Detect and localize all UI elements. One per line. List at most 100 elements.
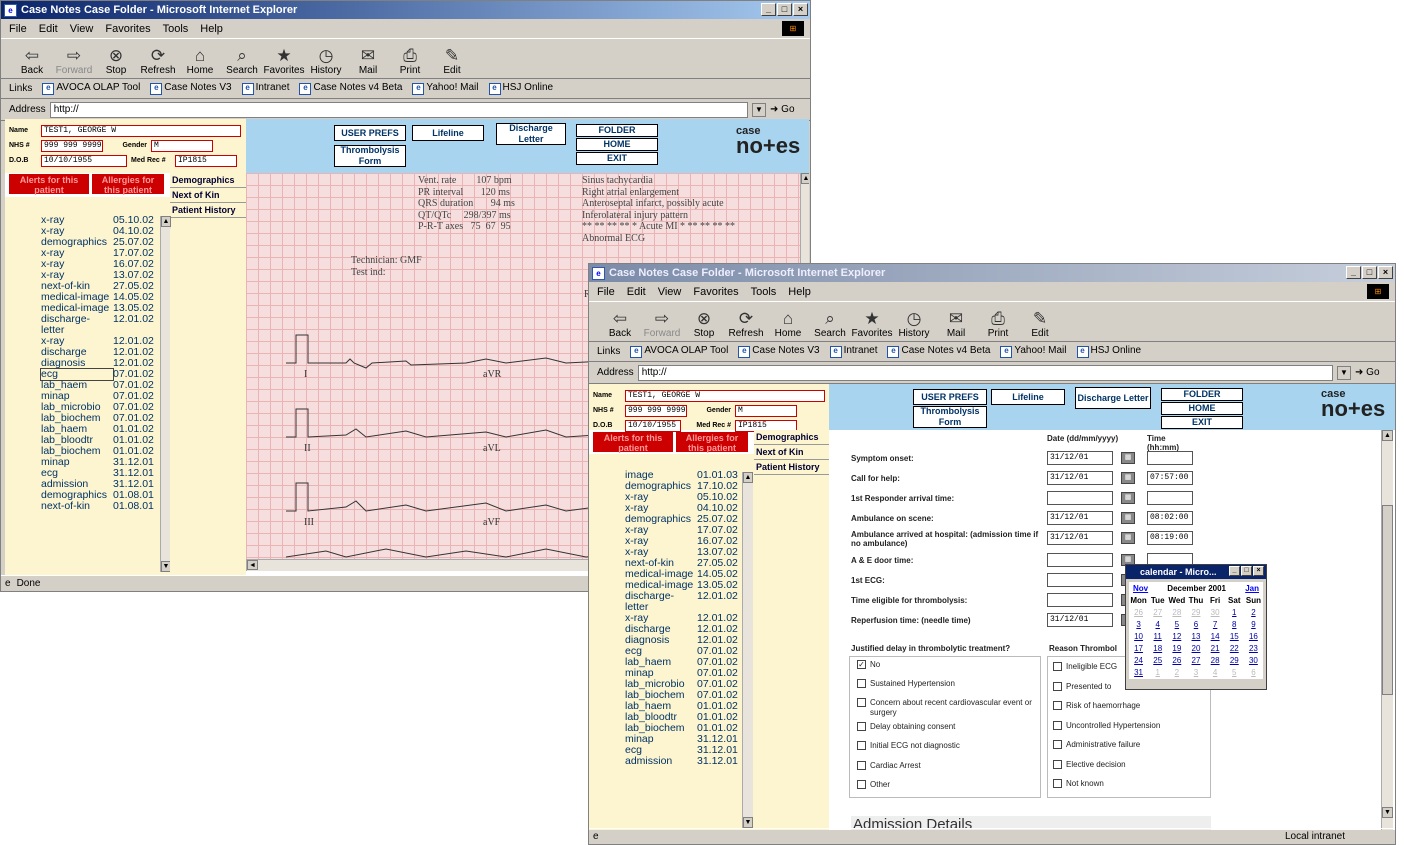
link-item[interactable]: Case Notes v4 Beta bbox=[299, 82, 402, 95]
checkbox[interactable]: ✓ bbox=[857, 660, 866, 669]
calendar-day[interactable]: 1 bbox=[1225, 607, 1244, 619]
checkbox[interactable] bbox=[857, 722, 866, 731]
stop-button[interactable]: ⊗ Stop bbox=[685, 310, 723, 340]
link-item[interactable]: Case Notes V3 bbox=[150, 82, 231, 95]
lifeline-button[interactable]: Lifeline bbox=[412, 125, 484, 141]
favorites-button[interactable]: ★ Favorites bbox=[851, 310, 892, 340]
print-button[interactable]: ⎙ Print bbox=[391, 47, 429, 77]
calendar-day[interactable]: 23 bbox=[1244, 643, 1263, 655]
tab-demographics[interactable]: Demographics bbox=[170, 173, 246, 188]
calendar-day[interactable]: 16 bbox=[1244, 631, 1263, 643]
calendar-day[interactable]: 2 bbox=[1244, 607, 1263, 619]
calendar-day[interactable]: 19 bbox=[1167, 643, 1186, 655]
address-input[interactable]: http:// bbox=[49, 101, 748, 118]
forward-button[interactable]: ⇨ Forward bbox=[55, 47, 93, 77]
date-input[interactable]: 31/12/01 bbox=[1047, 451, 1113, 465]
calendar-day[interactable]: 26 bbox=[1167, 655, 1186, 667]
prev-month-link[interactable]: Nov bbox=[1133, 584, 1148, 593]
discharge-letter-button[interactable]: Discharge Letter bbox=[496, 123, 566, 145]
thrombolysis-form-button[interactable]: Thrombolysis Form bbox=[913, 406, 987, 428]
link-item[interactable]: HSJ Online bbox=[1077, 345, 1142, 358]
home-button[interactable]: HOME bbox=[1161, 402, 1243, 415]
search-button[interactable]: ⌕ Search bbox=[223, 47, 261, 77]
reason-option[interactable]: Elective decision bbox=[1053, 759, 1126, 770]
calendar-day[interactable]: 8 bbox=[1225, 619, 1244, 631]
menu-help[interactable]: Help bbox=[788, 286, 811, 298]
calendar-day[interactable]: 24 bbox=[1129, 655, 1148, 667]
tab-demographics[interactable]: Demographics bbox=[754, 430, 829, 445]
calendar-day[interactable]: 12 bbox=[1167, 631, 1186, 643]
link-item[interactable]: Yahoo! Mail bbox=[412, 82, 478, 95]
stop-button[interactable]: ⊗ Stop bbox=[97, 47, 135, 77]
date-input[interactable] bbox=[1047, 491, 1113, 505]
date-input[interactable]: 31/12/01 bbox=[1047, 511, 1113, 525]
history-row[interactable]: discharge-letter 12.01.02 bbox=[41, 314, 170, 336]
history-row[interactable]: admission 31.12.01 bbox=[625, 756, 754, 767]
mail-button[interactable]: ✉ Mail bbox=[349, 47, 387, 77]
checkbox[interactable] bbox=[1053, 779, 1062, 788]
calendar-day[interactable]: 25 bbox=[1148, 655, 1167, 667]
calendar-day[interactable]: 15 bbox=[1225, 631, 1244, 643]
checkbox[interactable] bbox=[857, 741, 866, 750]
menu-edit[interactable]: Edit bbox=[39, 23, 58, 35]
calendar-icon[interactable]: ▦ bbox=[1121, 532, 1135, 544]
history-row[interactable]: next-of-kin 01.08.01 bbox=[41, 501, 170, 512]
home-button[interactable]: HOME bbox=[576, 138, 658, 151]
history-button[interactable]: ◷ History bbox=[307, 47, 345, 77]
go-button[interactable]: ➜ Go bbox=[770, 104, 810, 115]
back-button[interactable]: ⇦ Back bbox=[601, 310, 639, 340]
calendar-icon[interactable]: ▦ bbox=[1121, 452, 1135, 464]
alerts-button[interactable]: Alerts for this patient bbox=[9, 174, 89, 195]
menu-tools[interactable]: Tools bbox=[163, 23, 189, 35]
date-input[interactable]: 31/12/01 bbox=[1047, 613, 1113, 627]
calendar-day[interactable]: 18 bbox=[1148, 643, 1167, 655]
tab-next-of-kin[interactable]: Next of Kin bbox=[754, 445, 829, 460]
link-item[interactable]: Yahoo! Mail bbox=[1000, 345, 1066, 358]
calendar-icon[interactable]: ▦ bbox=[1121, 472, 1135, 484]
checkbox[interactable] bbox=[1053, 759, 1062, 769]
close-button[interactable]: × bbox=[793, 3, 808, 16]
calendar-day[interactable]: 11 bbox=[1148, 631, 1167, 643]
calendar-day[interactable]: 1 bbox=[1148, 667, 1167, 679]
calendar-day[interactable]: 13 bbox=[1186, 631, 1205, 643]
checkbox[interactable] bbox=[857, 780, 866, 789]
address-input[interactable]: http:// bbox=[637, 364, 1333, 381]
calendar-day[interactable]: 27 bbox=[1186, 655, 1205, 667]
home-button[interactable]: ⌂ Home bbox=[181, 47, 219, 77]
back-button[interactable]: ⇦ Back bbox=[13, 47, 51, 77]
calendar-day[interactable]: 29 bbox=[1186, 607, 1205, 619]
calendar-day[interactable]: 30 bbox=[1244, 655, 1263, 667]
calendar-day[interactable]: 9 bbox=[1244, 619, 1263, 631]
maximize-button[interactable]: □ bbox=[777, 3, 792, 16]
calendar-day[interactable]: 10 bbox=[1129, 631, 1148, 643]
tab-patient-history[interactable]: Patient History bbox=[170, 203, 246, 218]
calendar-day[interactable]: 4 bbox=[1206, 667, 1225, 679]
mail-button[interactable]: ✉ Mail bbox=[937, 310, 975, 340]
time-input[interactable]: 08:19:00 bbox=[1147, 531, 1193, 545]
edit-button[interactable]: ✎ Edit bbox=[433, 47, 471, 77]
menu-favorites[interactable]: Favorites bbox=[105, 23, 150, 35]
tab-next-of-kin[interactable]: Next of Kin bbox=[170, 188, 246, 203]
calendar-day[interactable]: 22 bbox=[1225, 643, 1244, 655]
link-item[interactable]: Intranet bbox=[242, 82, 290, 95]
user-prefs-button[interactable]: USER PREFS bbox=[913, 389, 987, 405]
calendar-day[interactable]: 7 bbox=[1206, 619, 1225, 631]
next-month-link[interactable]: Jan bbox=[1245, 584, 1259, 593]
calendar-day[interactable]: 30 bbox=[1206, 607, 1225, 619]
exit-button[interactable]: EXIT bbox=[1161, 416, 1243, 429]
chevron-down-icon[interactable]: ▼ bbox=[1337, 365, 1351, 380]
justified-option[interactable]: Sustained Hypertension bbox=[857, 679, 1037, 689]
checkbox[interactable] bbox=[857, 698, 866, 707]
time-input[interactable] bbox=[1147, 491, 1193, 505]
link-item[interactable]: AVOCA OLAP Tool bbox=[42, 82, 140, 95]
refresh-button[interactable]: ⟳ Refresh bbox=[727, 310, 765, 340]
history-row[interactable]: discharge-letter 12.01.02 bbox=[625, 591, 754, 613]
calendar-day[interactable]: 29 bbox=[1225, 655, 1244, 667]
folder-button[interactable]: FOLDER bbox=[576, 124, 658, 137]
checkbox[interactable] bbox=[857, 761, 866, 770]
history-scrollbar[interactable]: ▲ ▼ bbox=[742, 472, 753, 828]
menu-view[interactable]: View bbox=[70, 23, 94, 35]
allergies-button[interactable]: Allergies for this patient bbox=[676, 432, 748, 453]
calendar-day[interactable]: 20 bbox=[1186, 643, 1205, 655]
calendar-day[interactable]: 26 bbox=[1129, 607, 1148, 619]
